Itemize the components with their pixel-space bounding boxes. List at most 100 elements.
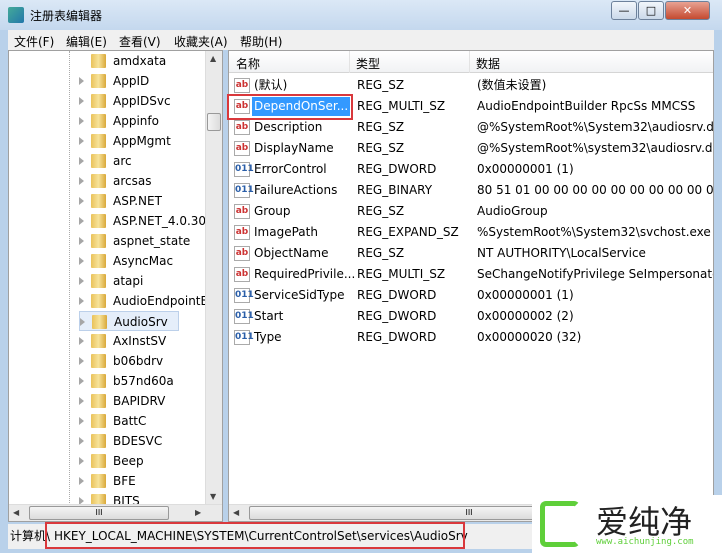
folder-icon xyxy=(91,414,106,428)
folder-icon xyxy=(91,234,106,248)
value-data: 0x00000002 (2) xyxy=(477,309,574,323)
value-data: 0x00000001 (1) xyxy=(477,288,574,302)
table-row[interactable]: 011 Type REG_DWORD 0x00000020 (32) xyxy=(229,327,713,348)
value-name: FailureActions xyxy=(254,183,338,197)
menu-view[interactable]: 查看(V) xyxy=(119,33,161,50)
tree-item-label: b57nd60a xyxy=(113,374,174,388)
table-row[interactable]: ab RequiredPrivile... REG_MULTI_SZ SeChange… xyxy=(229,264,713,285)
expand-arrow-icon[interactable] xyxy=(79,157,84,165)
value-type: REG_DWORD xyxy=(357,309,437,323)
annotation-path-box xyxy=(45,522,465,549)
expand-arrow-icon[interactable] xyxy=(79,477,84,485)
value-name: ObjectName xyxy=(254,246,329,260)
column-name[interactable]: 名称 xyxy=(236,55,260,72)
scroll-left-arrow-icon[interactable]: ◀ xyxy=(13,508,19,517)
table-row[interactable]: 011 ServiceSidType REG_DWORD 0x00000001 (1) xyxy=(229,285,713,306)
scroll-left-arrow-icon[interactable]: ◀ xyxy=(233,508,239,517)
expand-arrow-icon[interactable] xyxy=(79,137,84,145)
table-row[interactable]: 011 Start REG_DWORD 0x00000002 (2) xyxy=(229,306,713,327)
expand-arrow-icon[interactable] xyxy=(79,377,84,385)
value-type: REG_SZ xyxy=(357,120,405,134)
menu-bar: 文件(F) 编辑(E) 查看(V) 收藏夹(A) 帮助(H) xyxy=(8,30,714,50)
list-header: 名称 类型 数据 xyxy=(229,51,713,73)
binary-value-icon: 011 xyxy=(234,309,254,324)
expand-arrow-icon[interactable] xyxy=(79,117,84,125)
tree-item-label: AudioSrv xyxy=(114,315,168,329)
table-row[interactable]: ab Description REG_SZ @%SystemRoot%\System3… xyxy=(229,117,713,138)
scroll-down-arrow-icon[interactable]: ▼ xyxy=(210,492,216,501)
expand-arrow-icon[interactable] xyxy=(79,177,84,185)
tree-item[interactable]: AudioSrv xyxy=(79,311,179,331)
tree-item-label: AppMgmt xyxy=(113,134,171,148)
close-button[interactable]: ✕ xyxy=(665,1,710,20)
table-row[interactable]: 011 FailureActions REG_BINARY 80 51 01 00 0… xyxy=(229,180,713,201)
table-row[interactable]: ab Group REG_SZ AudioGroup xyxy=(229,201,713,222)
value-name: ImagePath xyxy=(254,225,318,239)
expand-arrow-icon[interactable] xyxy=(79,277,84,285)
tree-item-label: atapi xyxy=(113,274,144,288)
tree-item-label: AxInstSV xyxy=(113,334,167,348)
value-name: Group xyxy=(254,204,291,218)
expand-arrow-icon[interactable] xyxy=(79,397,84,405)
value-type: REG_MULTI_SZ xyxy=(357,99,446,113)
value-type: REG_BINARY xyxy=(357,183,433,197)
string-value-icon: ab xyxy=(234,204,250,219)
tree-item-label: Appinfo xyxy=(113,114,159,128)
expand-arrow-icon[interactable] xyxy=(79,257,84,265)
menu-file[interactable]: 文件(F) xyxy=(14,33,54,50)
expand-arrow-icon[interactable] xyxy=(79,97,84,105)
values-list[interactable]: 名称 类型 数据 ab (默认) REG_SZ (数值未设置) ab DependOnSe… xyxy=(228,50,714,522)
value-data: AudioEndpointBuilder RpcSs MMCSS xyxy=(477,99,696,113)
tree-horizontal-scrollbar[interactable]: ◀ III ▶ xyxy=(9,504,222,521)
value-type: REG_DWORD xyxy=(357,162,437,176)
table-row[interactable]: ab ImagePath REG_EXPAND_SZ %SystemRoot%\Sys… xyxy=(229,222,713,243)
expand-arrow-icon[interactable] xyxy=(79,457,84,465)
value-type: REG_SZ xyxy=(357,246,405,260)
binary-value-icon: 011 xyxy=(234,288,254,303)
tree-vertical-scrollbar[interactable]: ▲ ▼ xyxy=(205,51,222,504)
table-row[interactable]: ab ObjectName REG_SZ NT AUTHORITY\LocalServ… xyxy=(229,243,713,264)
scroll-up-arrow-icon[interactable]: ▲ xyxy=(210,54,216,63)
table-row[interactable]: 011 ErrorControl REG_DWORD 0x00000001 (1) xyxy=(229,159,713,180)
value-type: REG_MULTI_SZ xyxy=(357,267,446,281)
folder-icon xyxy=(91,274,106,288)
tree-item-label: amdxata xyxy=(113,54,167,68)
tree-scroll-thumb[interactable] xyxy=(207,113,221,131)
binary-value-icon: 011 xyxy=(234,162,254,177)
folder-icon xyxy=(91,454,106,468)
expand-arrow-icon[interactable] xyxy=(79,357,84,365)
column-data[interactable]: 数据 xyxy=(476,55,500,72)
expand-arrow-icon[interactable] xyxy=(79,337,84,345)
value-data: %SystemRoot%\System32\svchost.exe -k xyxy=(477,225,714,239)
expand-arrow-icon[interactable] xyxy=(79,197,84,205)
registry-tree[interactable]: amdxata AppID AppIDSvc Appinfo AppMgmt arc arc… xyxy=(8,50,223,522)
minimize-button[interactable]: — xyxy=(611,1,637,20)
folder-icon xyxy=(91,294,106,308)
binary-value-icon: 011 xyxy=(234,183,254,198)
tree-hscroll-thumb[interactable]: III xyxy=(29,506,169,520)
expand-arrow-icon[interactable] xyxy=(79,217,84,225)
column-type[interactable]: 类型 xyxy=(356,55,380,72)
tree-item-label: AudioEndpointB xyxy=(113,294,209,308)
expand-arrow-icon[interactable] xyxy=(79,237,84,245)
value-name: Start xyxy=(254,309,284,323)
expand-arrow-icon[interactable] xyxy=(80,318,85,326)
binary-value-icon: 011 xyxy=(234,330,254,345)
expand-arrow-icon[interactable] xyxy=(79,417,84,425)
expand-arrow-icon[interactable] xyxy=(79,77,84,85)
value-type: REG_DWORD xyxy=(357,288,437,302)
menu-edit[interactable]: 编辑(E) xyxy=(66,33,107,50)
folder-icon xyxy=(91,94,106,108)
tree-item-label: AppID xyxy=(113,74,150,88)
scroll-right-arrow-icon[interactable]: ▶ xyxy=(195,508,201,517)
folder-icon xyxy=(91,434,106,448)
value-type: REG_SZ xyxy=(357,78,405,92)
table-row[interactable]: ab DisplayName REG_SZ @%SystemRoot%\system3… xyxy=(229,138,713,159)
expand-arrow-icon[interactable] xyxy=(79,297,84,305)
table-row[interactable]: ab (默认) REG_SZ (数值未设置) xyxy=(229,75,713,96)
menu-help[interactable]: 帮助(H) xyxy=(240,33,282,50)
menu-favorites[interactable]: 收藏夹(A) xyxy=(174,33,228,50)
folder-icon xyxy=(91,74,106,88)
expand-arrow-icon[interactable] xyxy=(79,437,84,445)
maximize-button[interactable]: □ xyxy=(638,1,664,20)
